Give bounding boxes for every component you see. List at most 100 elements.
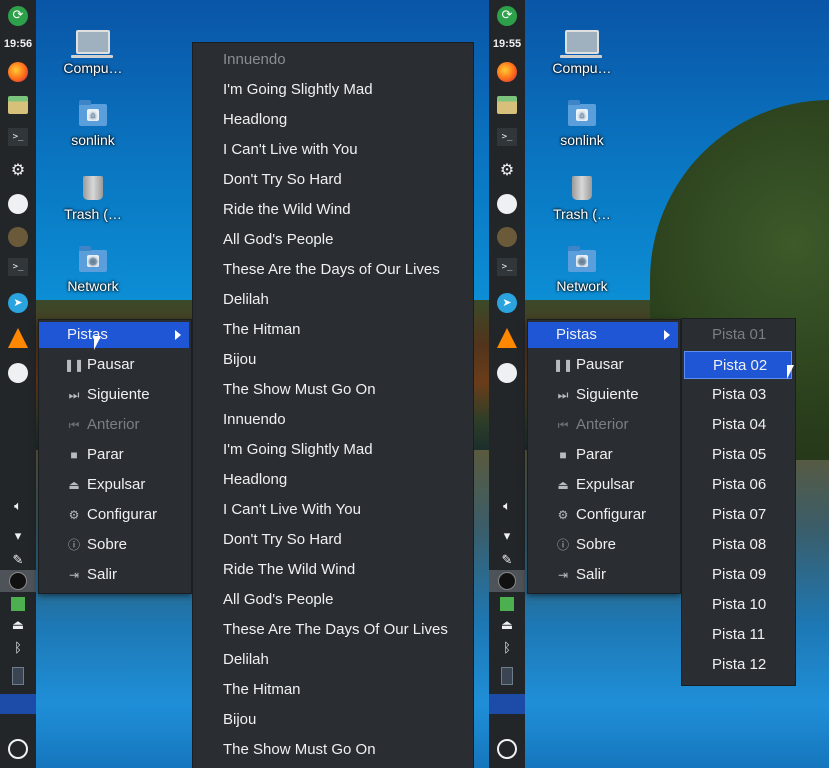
terminal-icon[interactable]: >_ — [495, 255, 519, 279]
track-item[interactable]: Pista 09 — [684, 561, 792, 589]
track-item[interactable]: Ride the Wild Wind — [223, 199, 351, 221]
telegram-icon[interactable]: ➤ — [6, 291, 30, 315]
bluetooth-icon[interactable]: ᛒ — [495, 636, 519, 660]
menu-item-sobre[interactable]: ⓘ Sobre — [528, 532, 616, 558]
telegram-icon[interactable]: ➤ — [495, 291, 519, 315]
track-item[interactable]: The Hitman — [223, 679, 301, 701]
settings-icon[interactable]: ⚙ — [495, 158, 519, 182]
menu-item-salir[interactable]: ⇥ Salir — [39, 562, 117, 588]
track-item[interactable]: Pista 12 — [684, 651, 792, 679]
clock[interactable]: 19:55 — [489, 38, 525, 50]
track-item[interactable]: I'm Going Slightly Mad — [223, 79, 373, 101]
track-item[interactable]: Pista 11 — [684, 621, 792, 649]
clock[interactable]: 19:56 — [0, 38, 36, 50]
track-item[interactable]: I'm Going Slightly Mad — [223, 439, 373, 461]
menu-item-parar[interactable]: ■ Parar — [528, 442, 612, 468]
wifi-icon[interactable]: ▾ — [6, 524, 30, 548]
menu-item-siguiente[interactable]: ⏭ Siguiente — [528, 382, 639, 408]
plasma-icon[interactable] — [6, 737, 30, 761]
active-task-bar[interactable] — [0, 694, 36, 714]
track-item[interactable]: The Show Must Go On — [223, 739, 376, 761]
menu-item-pistas[interactable]: Pistas — [528, 322, 678, 348]
track-item[interactable]: These Are the Days of Our Lives — [223, 259, 440, 281]
desktop-icon-network[interactable]: ◎ Network — [546, 246, 618, 294]
menu-item-parar[interactable]: ■ Parar — [39, 442, 123, 468]
desktop-icon-computer[interactable]: Compu… — [57, 30, 129, 76]
eject-icon[interactable]: ⏏ — [495, 613, 519, 637]
menu-item-anterior[interactable]: ⏮ Anterior — [39, 412, 140, 438]
wifi-icon[interactable]: ▾ — [495, 524, 519, 548]
track-item[interactable]: Innuendo — [223, 409, 286, 431]
track-item[interactable]: Ride The Wild Wind — [223, 559, 355, 581]
menu-item-pausar[interactable]: ❚❚ Pausar — [39, 352, 135, 378]
ghost-icon[interactable] — [495, 192, 519, 216]
track-item[interactable]: Bijou — [223, 709, 256, 731]
terminal-icon[interactable]: >_ — [495, 125, 519, 149]
track-item[interactable]: Bijou — [223, 349, 256, 371]
track-item[interactable]: All God's People — [223, 589, 333, 611]
track-item[interactable]: Pista 08 — [684, 531, 792, 559]
ghost-icon[interactable] — [6, 361, 30, 385]
track-item[interactable]: Pista 04 — [684, 411, 792, 439]
track-item-selected[interactable]: Pista 02 — [684, 351, 792, 379]
track-item[interactable]: The Show Must Go On — [223, 379, 376, 401]
track-item[interactable]: The Hitman — [223, 319, 301, 341]
active-task-bar[interactable] — [489, 694, 525, 714]
volume-icon[interactable]: 🔈︎ — [495, 494, 519, 518]
menu-item-sobre[interactable]: ⓘ Sobre — [39, 532, 127, 558]
eject-icon[interactable]: ⏏ — [6, 613, 30, 637]
firefox-icon[interactable] — [6, 60, 30, 84]
track-item[interactable]: Innuendo — [223, 49, 286, 71]
battery-icon[interactable] — [495, 664, 519, 688]
vlc-icon[interactable] — [6, 326, 30, 350]
firefox-icon[interactable] — [495, 60, 519, 84]
desktop-icon-sonlink[interactable]: ⌂ sonlink — [57, 100, 129, 148]
media-icon[interactable] — [495, 569, 519, 593]
desktop-icon-computer[interactable]: Compu… — [546, 30, 618, 76]
track-item[interactable]: I Can't Live with You — [223, 139, 358, 161]
track-item[interactable]: Pista 03 — [684, 381, 792, 409]
desktop-icon-trash[interactable]: Trash (… — [57, 176, 129, 222]
track-item[interactable]: Don't Try So Hard — [223, 529, 342, 551]
logout-icon[interactable]: ⟳ — [6, 4, 30, 28]
logout-icon[interactable]: ⟳ — [495, 4, 519, 28]
track-item[interactable]: Pista 05 — [684, 441, 792, 469]
file-manager-icon[interactable] — [6, 93, 30, 117]
track-item[interactable]: Delilah — [223, 649, 269, 671]
track-item[interactable]: Headlong — [223, 469, 287, 491]
track-item[interactable]: These Are The Days Of Our Lives — [223, 619, 448, 641]
volume-icon[interactable]: 🔈︎ — [6, 494, 30, 518]
menu-item-siguiente[interactable]: ⏭ Siguiente — [39, 382, 150, 408]
menu-item-configurar[interactable]: ⚙ Configurar — [528, 502, 646, 528]
menu-item-pistas[interactable]: Pistas — [39, 322, 189, 348]
track-item[interactable]: Pista 10 — [684, 591, 792, 619]
file-manager-icon[interactable] — [495, 93, 519, 117]
track-item[interactable]: Pista 01 — [684, 321, 792, 349]
terminal-icon[interactable]: >_ — [6, 255, 30, 279]
bluetooth-icon[interactable]: ᛒ — [6, 636, 30, 660]
track-item[interactable]: Headlong — [223, 109, 287, 131]
desktop-icon-trash[interactable]: Trash (… — [546, 176, 618, 222]
plasma-icon[interactable] — [495, 737, 519, 761]
track-item[interactable]: Pista 07 — [684, 501, 792, 529]
track-item[interactable]: I Can't Live With You — [223, 499, 361, 521]
settings-icon[interactable]: ⚙ — [6, 158, 30, 182]
battery-icon[interactable] — [6, 664, 30, 688]
menu-item-configurar[interactable]: ⚙ Configurar — [39, 502, 157, 528]
gimp-icon[interactable] — [6, 225, 30, 249]
menu-item-salir[interactable]: ⇥ Salir — [528, 562, 606, 588]
desktop-icon-network[interactable]: ◎ Network — [57, 246, 129, 294]
menu-item-expulsar[interactable]: ⏏ Expulsar — [528, 472, 634, 498]
ghost-icon[interactable] — [495, 361, 519, 385]
track-item[interactable]: Pista 06 — [684, 471, 792, 499]
menu-item-anterior[interactable]: ⏮ Anterior — [528, 412, 629, 438]
menu-item-expulsar[interactable]: ⏏ Expulsar — [39, 472, 145, 498]
vlc-icon[interactable] — [495, 326, 519, 350]
track-item[interactable]: All God's People — [223, 229, 333, 251]
ghost-icon[interactable] — [6, 192, 30, 216]
gimp-icon[interactable] — [495, 225, 519, 249]
track-item[interactable]: Don't Try So Hard — [223, 169, 342, 191]
desktop-icon-sonlink[interactable]: ⌂ sonlink — [546, 100, 618, 148]
media-icon[interactable] — [6, 569, 30, 593]
menu-item-pausar[interactable]: ❚❚ Pausar — [528, 352, 624, 378]
